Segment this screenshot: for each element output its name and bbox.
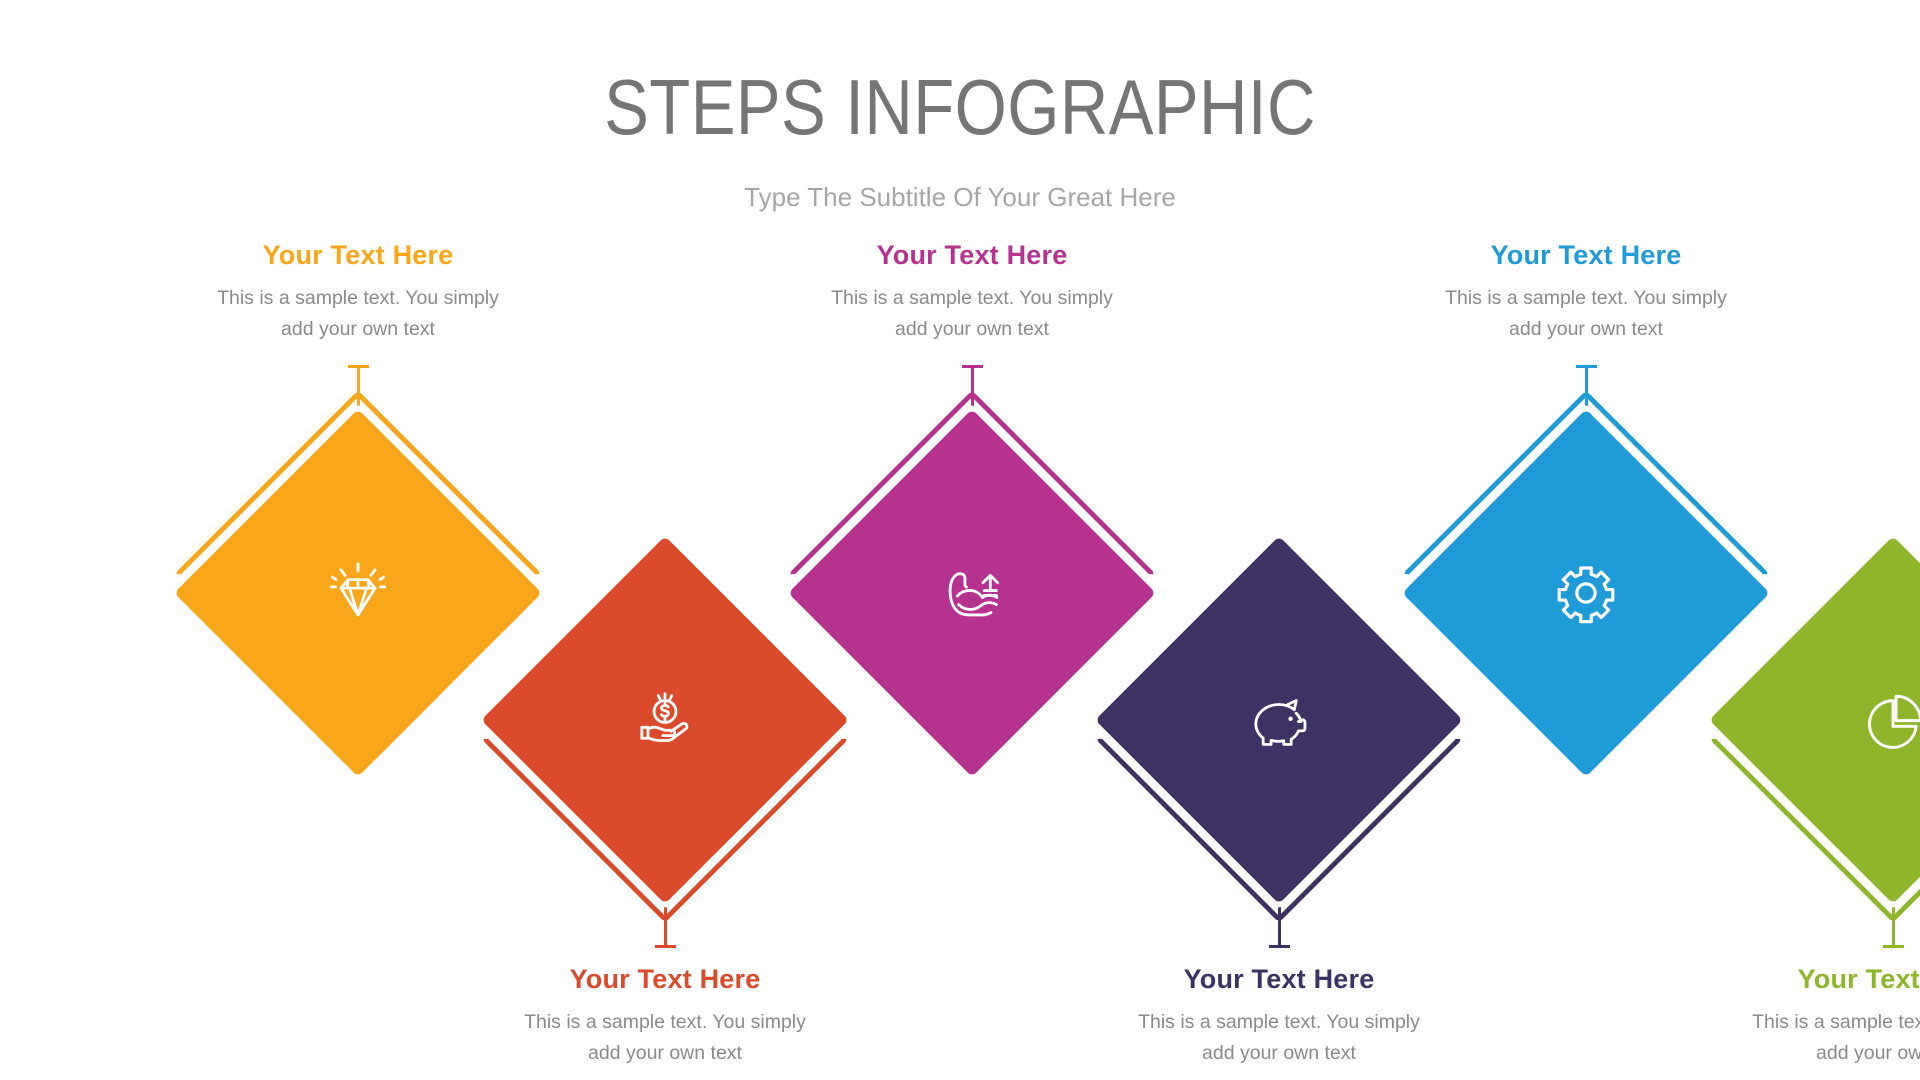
piggy-bank-icon [1240,681,1318,759]
stem-line [356,365,360,410]
step-diamond-step-6[interactable] [1709,536,1920,904]
diamond-gem-icon [319,554,397,632]
connector-stem-step-5 [1575,365,1597,410]
connector-stem-step-4 [1268,903,1290,948]
stem-line [1891,903,1895,948]
connector-stem-step-2 [654,903,676,948]
step-description: This is a sample text. You simply add yo… [1138,1010,1420,1064]
stem-cap [1268,944,1290,948]
infographic-slide: STEPS INFOGRAPHIC Type The Subtitle Of Y… [0,0,1920,1080]
stem-cap [961,365,983,369]
step-caption-step-1: Your Text Here This is a sample text. You… [213,240,503,345]
muscle-arm-icon [933,554,1011,632]
stem-line [970,365,974,410]
page-title: STEPS INFOGRAPHIC [604,63,1316,151]
step-description: This is a sample text. You simply add yo… [1445,287,1727,340]
stem-cap [654,944,676,948]
connector-stem-step-3 [961,365,983,410]
hand-coin-icon [626,681,704,759]
connector-stem-step-6 [1882,903,1904,948]
step-description: This is a sample text. You simply add yo… [1752,1010,1920,1064]
step-diamond-step-2[interactable] [481,536,849,904]
connector-stem-step-1 [347,365,369,410]
stem-cap [1882,944,1904,948]
step-caption-step-2: Your Text Here This is a sample text. You… [520,964,810,1069]
step-title: Your Text Here [876,240,1068,271]
step-title: Your Text Here [1797,963,1920,994]
stem-line [663,903,667,948]
step-description: This is a sample text. You simply add yo… [524,1010,806,1064]
stem-cap [347,365,369,369]
step-title: Your Text Here [262,240,454,271]
step-title: Your Text Here [569,963,761,994]
step-diamond-step-5[interactable] [1402,409,1770,777]
stem-line [1277,903,1281,948]
gear-icon [1547,554,1625,632]
stem-line [1584,365,1588,410]
page-subtitle: Type The Subtitle Of Your Great Here [744,182,1176,212]
step-description: This is a sample text. You simply add yo… [217,287,499,340]
step-description: This is a sample text. You simply add yo… [831,287,1113,340]
step-caption-step-4: Your Text Here This is a sample text. You… [1134,964,1424,1069]
pie-chart-icon [1854,681,1920,759]
step-diamond-step-3[interactable] [788,409,1156,777]
step-caption-step-5: Your Text Here This is a sample text. You… [1441,240,1731,345]
stem-cap [1575,365,1597,369]
step-title: Your Text Here [1490,240,1682,271]
step-title: Your Text Here [1183,963,1375,994]
step-diamond-step-1[interactable] [174,409,542,777]
step-caption-step-3: Your Text Here This is a sample text. You… [827,240,1117,345]
step-caption-step-6: Your Text Here This is a sample text. You… [1748,964,1920,1069]
step-diamond-step-4[interactable] [1095,536,1463,904]
